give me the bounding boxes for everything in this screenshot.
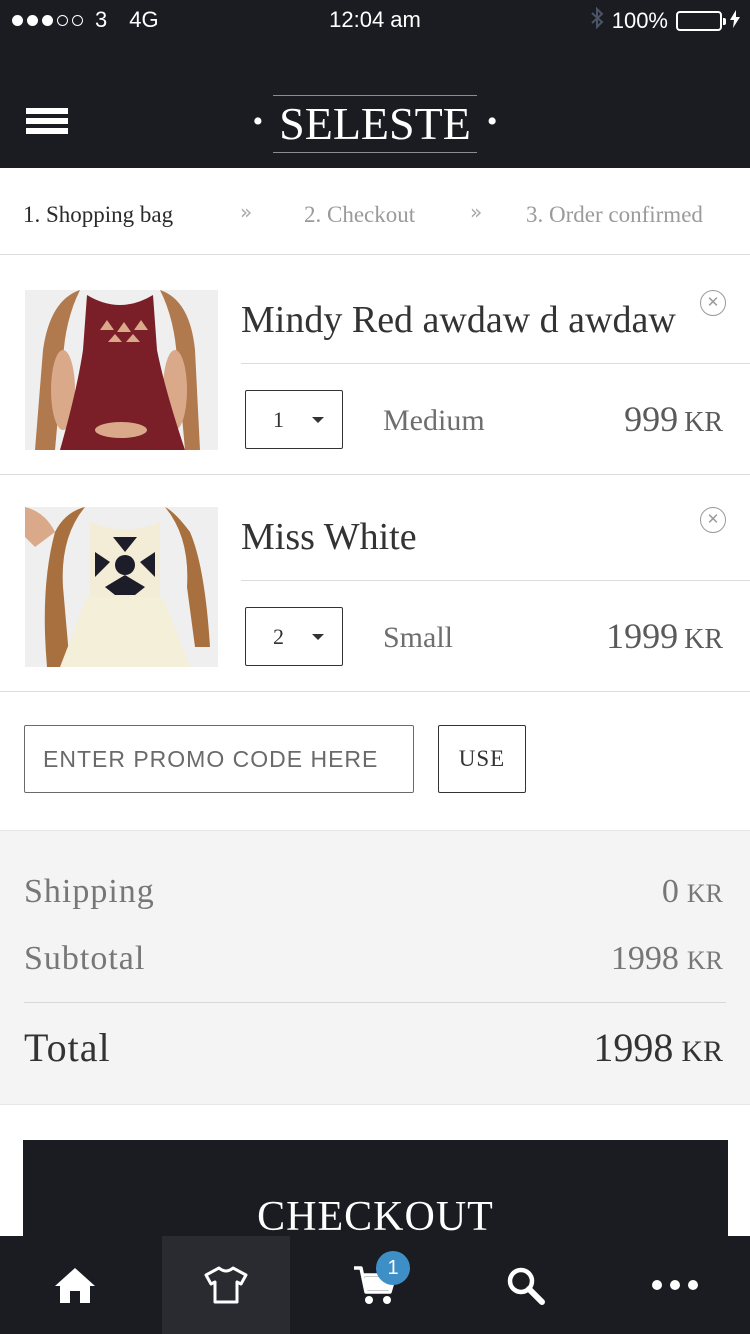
tab-more[interactable] [611, 1236, 739, 1334]
order-summary: Shipping 0 KR Subtotal 1998 KR Total 1998 K… [0, 830, 750, 1105]
chevron-down-icon [312, 417, 324, 423]
quantity-value: 2 [273, 624, 284, 649]
remove-item-icon[interactable]: ✕ [700, 290, 726, 316]
product-price: 1999 KR [606, 615, 723, 657]
tab-shop[interactable] [162, 1236, 290, 1334]
shipping-value: 0 KR [662, 873, 723, 911]
total-amount: 1998 [593, 1025, 674, 1070]
tab-home[interactable] [11, 1236, 139, 1334]
shirt-icon [204, 1266, 248, 1304]
step-order-confirmed[interactable]: 3. Order confirmed [526, 202, 703, 228]
step-separator-icon: » [470, 200, 483, 224]
total-value: 1998 KR [593, 1024, 723, 1071]
currency-label: KR [686, 946, 723, 975]
subtotal-value: 1998 KR [611, 940, 723, 978]
product-name[interactable]: Mindy Red awdaw d awdaw [241, 298, 721, 342]
price-currency: KR [684, 407, 723, 438]
divider [241, 363, 750, 364]
shipping-label: Shipping [24, 873, 155, 910]
use-promo-button[interactable]: USE [438, 725, 526, 793]
search-icon [507, 1267, 545, 1305]
bluetooth-icon [590, 6, 604, 35]
tab-search[interactable] [461, 1236, 589, 1334]
price-currency: KR [684, 624, 723, 655]
currency-label: KR [681, 1035, 723, 1068]
status-bar: 3 4G 12:04 am 100% [0, 0, 750, 40]
cart-count-badge: 1 [376, 1251, 410, 1285]
step-shopping-bag[interactable]: 1. Shopping bag [23, 202, 173, 228]
checkout-steps: 1. Shopping bag » 2. Checkout » 3. Order… [0, 168, 750, 255]
currency-label: KR [686, 879, 723, 908]
subtotal-amount: 1998 [610, 940, 679, 977]
step-checkout[interactable]: 2. Checkout [304, 202, 415, 228]
charging-icon [730, 9, 740, 33]
quantity-value: 1 [273, 407, 284, 432]
brand-logo[interactable]: • SELESTE • [0, 95, 750, 153]
product-image[interactable] [25, 290, 218, 450]
product-size: Medium [383, 404, 485, 437]
tab-bar [0, 1236, 750, 1334]
product-price: 999 KR [624, 398, 723, 440]
step-separator-icon: » [240, 200, 253, 224]
more-icon [652, 1280, 698, 1290]
product-image[interactable] [25, 507, 218, 667]
shipping-amount: 0 [661, 873, 679, 910]
chevron-down-icon [312, 634, 324, 640]
tab-cart[interactable] [311, 1236, 439, 1334]
divider [24, 1002, 726, 1003]
product-name[interactable]: Miss White [241, 515, 721, 559]
price-amount: 999 [624, 399, 679, 439]
battery-percent: 100% [611, 8, 668, 33]
promo-code-input[interactable] [24, 725, 414, 793]
cart-item: Miss White ✕ 2 Small 1999 KR [0, 475, 750, 692]
battery-icon [676, 11, 726, 31]
divider [241, 580, 750, 581]
home-icon [55, 1268, 95, 1303]
status-right: 100% [590, 6, 740, 35]
quantity-select[interactable]: 2 [245, 607, 343, 666]
header-bar: 3 4G 12:04 am 100% • SELESTE • [0, 0, 750, 168]
logo-text: SELESTE [273, 95, 477, 153]
product-size: Small [383, 621, 454, 654]
quantity-select[interactable]: 1 [245, 390, 343, 449]
cart-item: Mindy Red awdaw d awdaw ✕ 1 Medium 999 KR [0, 258, 750, 475]
total-label: Total [24, 1025, 111, 1070]
subtotal-label: Subtotal [24, 940, 146, 977]
remove-item-icon[interactable]: ✕ [700, 507, 726, 533]
price-amount: 1999 [606, 616, 679, 656]
